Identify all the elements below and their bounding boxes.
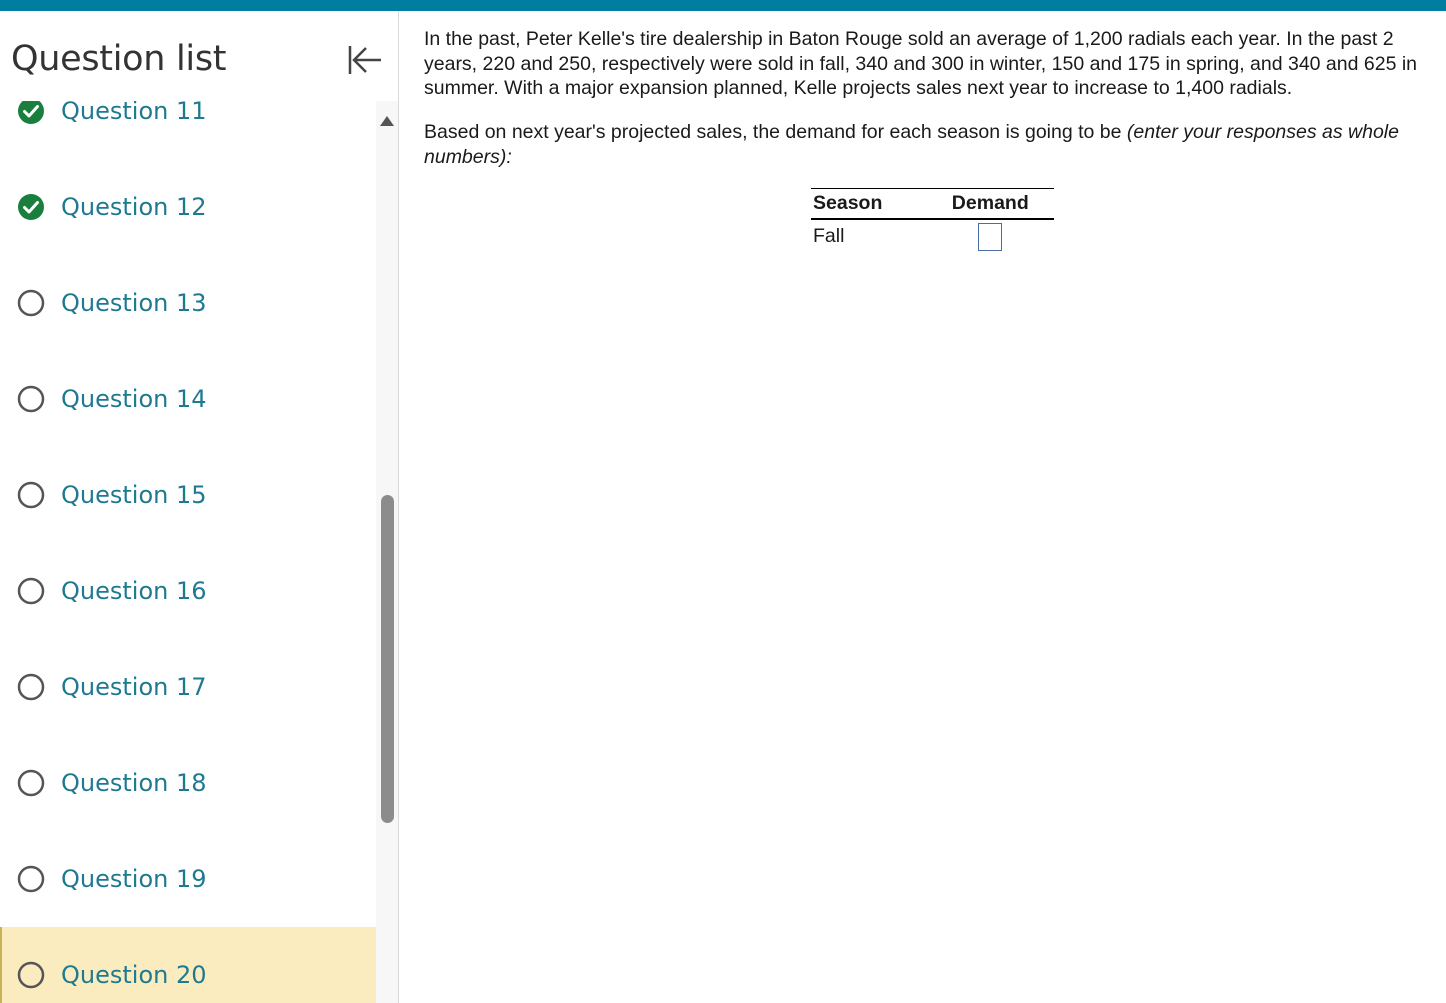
- sidebar-header: Question list: [0, 11, 398, 101]
- top-bar: [0, 0, 1446, 11]
- question-label: Question 20: [61, 961, 207, 989]
- question-label: Question 18: [61, 769, 207, 797]
- collapse-sidebar-button[interactable]: [344, 42, 384, 78]
- empty-circle-icon: [17, 385, 45, 413]
- collapse-left-icon: [348, 46, 381, 74]
- question-item-19[interactable]: Question 19: [0, 831, 376, 927]
- question-label: Question 11: [61, 97, 207, 125]
- question-list-sidebar: Question 11 Question 12 Question 13 Ques…: [0, 11, 399, 1003]
- instruction-text: Based on next year's projected sales, th…: [424, 121, 1127, 143]
- question-item-14[interactable]: Question 14: [0, 351, 376, 447]
- empty-circle-icon: [17, 289, 45, 317]
- scroll-up-arrow-icon[interactable]: [379, 114, 395, 128]
- question-label: Question 13: [61, 289, 207, 317]
- check-circle-icon: [18, 194, 44, 220]
- empty-circle-icon: [17, 673, 45, 701]
- column-header-season: Season: [811, 188, 927, 220]
- question-list: Question 11 Question 12 Question 13 Ques…: [0, 11, 376, 1003]
- question-item-17[interactable]: Question 17: [0, 639, 376, 735]
- question-label: Question 19: [61, 865, 207, 893]
- question-content: In the past, Peter Kelle's tire dealersh…: [400, 11, 1446, 1003]
- scrollbar-thumb[interactable]: [381, 495, 394, 823]
- empty-circle-icon: [17, 865, 45, 893]
- fall-demand-input[interactable]: [978, 222, 1003, 251]
- question-item-16[interactable]: Question 16: [0, 543, 376, 639]
- sidebar-title: Question list: [11, 39, 227, 79]
- empty-circle-icon: [17, 769, 45, 797]
- question-label: Question 15: [61, 481, 207, 509]
- question-label: Question 14: [61, 385, 207, 413]
- question-item-15[interactable]: Question 15: [0, 447, 376, 543]
- season-cell: Fall: [813, 225, 845, 247]
- question-item-18[interactable]: Question 18: [0, 735, 376, 831]
- table-row: Fall: [811, 219, 1054, 254]
- empty-circle-icon: [17, 961, 45, 989]
- empty-circle-icon: [17, 577, 45, 605]
- check-circle-icon: [18, 98, 44, 124]
- column-header-demand: Demand: [926, 188, 1054, 220]
- question-label: Question 17: [61, 673, 207, 701]
- empty-circle-icon: [17, 481, 45, 509]
- question-item-20[interactable]: Question 20: [0, 927, 376, 1003]
- question-text: In the past, Peter Kelle's tire dealersh…: [424, 28, 1418, 99]
- question-instruction: Based on next year's projected sales, th…: [424, 120, 1444, 169]
- question-item-12[interactable]: Question 12: [0, 159, 376, 255]
- question-label: Question 12: [61, 193, 207, 221]
- question-label: Question 16: [61, 577, 207, 605]
- demand-cell: [927, 219, 1054, 254]
- question-item-13[interactable]: Question 13: [0, 255, 376, 351]
- table-header-row: Season Demand: [811, 188, 1054, 220]
- demand-table: Season Demand Fall: [811, 188, 1054, 254]
